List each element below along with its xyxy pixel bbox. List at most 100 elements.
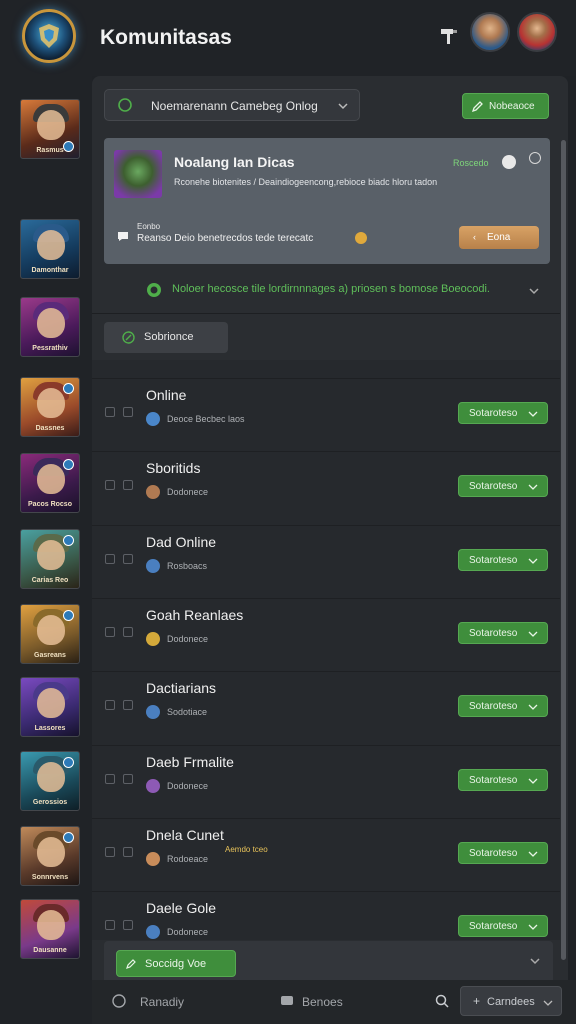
chevron-down-icon[interactable] xyxy=(528,286,540,296)
row-checkbox[interactable] xyxy=(123,407,133,417)
row-checkbox[interactable] xyxy=(123,920,133,930)
table-row[interactable]: Sboritids Dodonece Sotaroteso xyxy=(92,451,560,524)
row-action-button[interactable]: Sotaroteso xyxy=(458,695,548,717)
footer-action-button[interactable]: + Carndees xyxy=(460,986,562,1016)
avatar[interactable] xyxy=(470,12,510,52)
section-filter-label: Sobrionce xyxy=(144,331,194,343)
rail-community-item[interactable]: Pacos Rocso xyxy=(20,453,80,513)
chevron-down-icon[interactable] xyxy=(529,956,541,966)
rail-community-item[interactable]: Pessrathiv xyxy=(20,297,80,357)
rail-item-caption: Pessrathiv xyxy=(32,345,68,352)
rail-community-item[interactable]: Gerossios xyxy=(20,751,80,811)
table-row[interactable]: Daeb Frmalite Dodonece Sotaroteso xyxy=(92,745,560,818)
table-row[interactable]: Dactiarians Sodotiace Sotaroteso xyxy=(92,671,560,744)
notification-badge-icon xyxy=(63,757,74,768)
hammer-icon[interactable] xyxy=(438,26,460,46)
row-checkbox[interactable] xyxy=(105,847,115,857)
row-action-button[interactable]: Sotaroteso xyxy=(458,842,548,864)
row-checkbox[interactable] xyxy=(105,480,115,490)
footer-mid-label[interactable]: Benoes xyxy=(302,995,343,1009)
rail-community-item[interactable]: Carias Reo xyxy=(20,529,80,589)
character-art xyxy=(37,837,65,867)
globe-icon[interactable] xyxy=(112,994,126,1008)
rail-community-item[interactable]: Dassnes xyxy=(20,377,80,437)
chevron-down-icon xyxy=(528,631,538,637)
rail-item-caption: Damonthar xyxy=(31,267,69,274)
row-action-label: Sotaroteso xyxy=(469,481,518,492)
page-title: Komunitasas xyxy=(100,26,232,49)
notice-text[interactable]: Noloer hecosce tile lordirnnnages a) pri… xyxy=(172,283,490,295)
row-name: Dad Online xyxy=(146,534,217,550)
row-checkbox[interactable] xyxy=(105,774,115,784)
table-row[interactable]: Dad Online Rosboacs Sotaroteso xyxy=(92,525,560,598)
rail-item-caption: Gasreans xyxy=(34,652,66,659)
row-action-button[interactable]: Sotaroteso xyxy=(458,769,548,791)
footer-left-label[interactable]: Ranadiy xyxy=(140,995,184,1009)
role-icon xyxy=(146,705,160,719)
notification-button-label: Nobeaoce xyxy=(489,101,535,112)
character-art xyxy=(37,308,65,338)
notification-badge-icon xyxy=(63,832,74,843)
row-name: Daeb Frmalite xyxy=(146,754,234,770)
row-action-button[interactable]: Sotaroteso xyxy=(458,402,548,424)
join-button[interactable]: ‹ Eona xyxy=(459,226,539,249)
pencil-icon xyxy=(471,101,483,113)
row-checkbox[interactable] xyxy=(105,920,115,930)
row-action-button[interactable]: Sotaroteso xyxy=(458,915,548,937)
rail-community-item[interactable]: Rasmus xyxy=(20,99,80,159)
join-button-label: Eona xyxy=(487,232,511,243)
row-name: Daele Gole xyxy=(146,900,217,916)
row-checkbox[interactable] xyxy=(105,407,115,417)
character-art xyxy=(37,762,65,792)
chevron-down-icon xyxy=(528,558,538,564)
role-icon xyxy=(146,559,160,573)
featured-community-card[interactable]: Noalang Ian Dicas Rconehe biotenites / D… xyxy=(104,138,550,264)
row-checkbox[interactable] xyxy=(123,480,133,490)
rail-item-caption: Sonnrvens xyxy=(31,874,69,881)
row-action-button[interactable]: Sotaroteso xyxy=(458,475,548,497)
card-title: Noalang Ian Dicas xyxy=(174,154,295,170)
chevron-down-icon xyxy=(528,704,538,710)
row-checkbox[interactable] xyxy=(123,847,133,857)
row-action-label: Sotaroteso xyxy=(469,628,518,639)
row-checkbox[interactable] xyxy=(105,700,115,710)
row-name: Dactiarians xyxy=(146,680,217,696)
chat-icon xyxy=(118,232,128,241)
table-row[interactable]: Online Deoce Becbec laos Sotaroteso xyxy=(92,378,560,451)
table-row[interactable]: Goah Reanlaes Dodonece Sotaroteso xyxy=(92,598,560,671)
chevron-down-icon xyxy=(528,924,538,930)
rail-community-item[interactable]: Dausanne xyxy=(20,899,80,959)
filter-select[interactable]: Noemarenann Camebeg Onlog xyxy=(104,89,360,121)
row-checkbox[interactable] xyxy=(105,627,115,637)
divider xyxy=(92,313,560,314)
message-icon[interactable] xyxy=(280,994,294,1008)
role-icon xyxy=(146,485,160,499)
row-checkbox[interactable] xyxy=(123,554,133,564)
notification-badge-icon xyxy=(63,459,74,470)
row-action-button[interactable]: Sotaroteso xyxy=(458,622,548,644)
app-logo-icon[interactable] xyxy=(22,9,76,63)
chat-bubble-icon xyxy=(118,98,132,112)
row-checkbox[interactable] xyxy=(123,627,133,637)
character-art xyxy=(37,615,65,645)
row-name: Dnela Cunet xyxy=(146,827,224,843)
search-icon[interactable] xyxy=(435,994,449,1008)
scrollbar[interactable] xyxy=(561,140,566,960)
row-action-button[interactable]: Sotaroteso xyxy=(458,549,548,571)
row-sub: Dodonece xyxy=(167,927,209,937)
row-checkbox[interactable] xyxy=(123,700,133,710)
section-filter-button[interactable]: Sobrionce xyxy=(104,322,228,353)
rail-community-item[interactable]: Gasreans xyxy=(20,604,80,664)
row-checkbox[interactable] xyxy=(105,554,115,564)
notification-button[interactable]: Nobeaoce xyxy=(462,93,549,119)
table-row[interactable]: Dnela Cunet Rodoeace Aemdo tceo Sotaroteso xyxy=(92,818,560,891)
row-checkbox[interactable] xyxy=(123,774,133,784)
footer-action-label: Carndees xyxy=(487,996,535,1008)
bottom-action-button[interactable]: Soccidg Voe xyxy=(116,950,236,977)
card-sub-label: Eonbo xyxy=(137,222,161,231)
rail-community-item[interactable]: Lassores xyxy=(20,677,80,737)
rail-community-item[interactable]: Damonthar xyxy=(20,219,80,279)
more-options-icon[interactable] xyxy=(529,152,541,164)
rail-community-item[interactable]: Sonnrvens xyxy=(20,826,80,886)
avatar[interactable] xyxy=(517,12,557,52)
